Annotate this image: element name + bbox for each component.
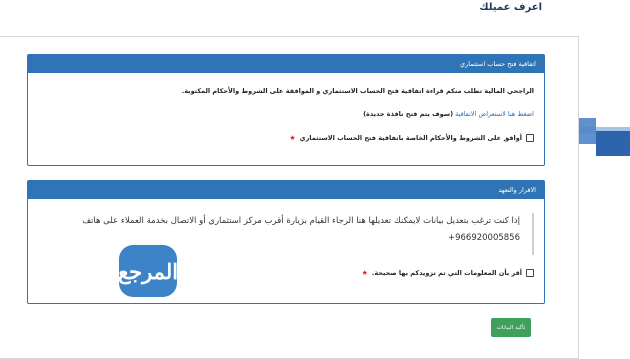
agreement-link-row: اضغط هنا لاستعراض الاتفاقية (سوف يتم فتح…	[363, 110, 534, 118]
declaration-panel-header: الاقرار والتعهد	[28, 181, 544, 199]
declaration-panel: الاقرار والتعهد إذا كنت ترغب بتعديل بيان…	[27, 180, 545, 304]
declaration-checkbox-label: أقر بأن المعلومات التي تم تزويدكم بها صح…	[371, 269, 522, 277]
declaration-body: إذا كنت ترغب بتعديل بيانات لايمكنك تعديل…	[40, 213, 520, 247]
watermark-text: المرجع	[117, 258, 179, 284]
agreement-info-text: الراجحي المالية تطلب منكم قراءة اتفاقية …	[181, 87, 534, 95]
declaration-checkbox-row: أقر بأن المعلومات التي تم تزويدكم بها صح…	[362, 269, 534, 277]
page-title: اعرف عميلك	[479, 2, 542, 13]
required-star-icon: ★	[289, 134, 296, 142]
view-agreement-link[interactable]: اضغط هنا لاستعراض الاتفاقية	[455, 110, 534, 118]
declaration-checkbox[interactable]	[526, 269, 534, 277]
new-window-note: (سوف يتم فتح نافذة جديدة)	[363, 110, 454, 118]
customer-service-phone: +966920005856	[447, 233, 520, 243]
agreement-panel: اتفاقية فتح حساب استثماري الراجحي المالي…	[27, 54, 545, 166]
deco-block-dark	[596, 131, 630, 156]
required-star-icon: ★	[361, 269, 368, 277]
declaration-scroll-box[interactable]: إذا كنت ترغب بتعديل بيانات لايمكنك تعديل…	[38, 213, 534, 255]
declaration-text: إذا كنت ترغب بتعديل بيانات لايمكنك تعديل…	[82, 216, 520, 226]
site-watermark-logo: المرجع	[117, 245, 179, 297]
agreement-panel-header: اتفاقية فتح حساب استثماري	[28, 55, 544, 73]
agreement-checkbox-label: أوافق على الشروط والأحكام الخاصة باتفاقي…	[299, 134, 522, 142]
confirm-data-button[interactable]: تأكيد البيانات	[491, 318, 531, 337]
agreement-checkbox-row: أوافق على الشروط والأحكام الخاصة باتفاقي…	[289, 134, 534, 142]
agreement-checkbox[interactable]	[526, 134, 534, 142]
